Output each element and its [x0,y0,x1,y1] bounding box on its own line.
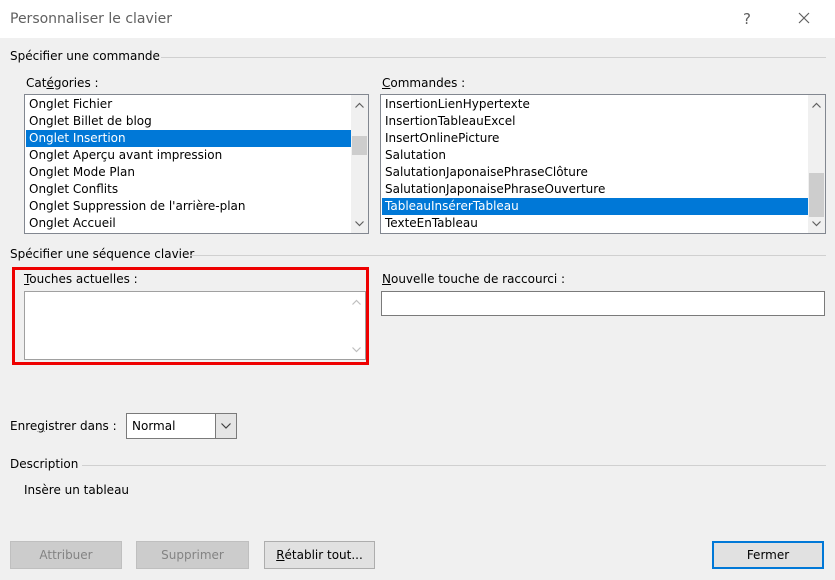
help-button[interactable]: ? [736,8,758,30]
commands-scroll-thumb[interactable] [809,173,824,217]
close-button[interactable]: Fermer [712,541,824,569]
new-shortcut-input[interactable] [381,291,825,316]
description-title: Description [10,457,79,471]
categories-scroll-up-button[interactable] [351,96,368,113]
save-in-dropdown[interactable]: Normal [126,413,237,439]
command-item[interactable]: SalutationJaponaisePhraseOuverture [382,181,809,198]
chevron-down-icon [352,346,361,352]
category-item[interactable]: Onglet Accueil [26,215,352,232]
categories-scroll-down-button[interactable] [351,215,368,232]
chevron-down-icon [221,423,231,429]
close-icon [798,12,810,24]
command-section-divider [161,57,826,58]
key-section-title: Spécifier une séquence clavier [10,247,195,261]
current-keys-scroll-down-button[interactable] [348,341,365,358]
command-item[interactable]: Salutation [382,147,809,164]
key-section-divider [190,255,826,256]
category-item[interactable]: Onglet Fichier [26,96,352,113]
description-text: Insère un tableau [24,483,130,497]
chevron-up-icon [812,102,821,108]
categories-label: Catégories : [26,76,99,90]
commands-scroll-down-button[interactable] [808,215,825,232]
categories-scrollbar[interactable] [351,95,368,233]
window-title: Personnaliser le clavier [10,11,173,27]
save-in-dropdown-button[interactable] [215,414,236,438]
new-key-label: Nouvelle touche de raccourci : [382,272,566,286]
commands-scroll-up-button[interactable] [808,96,825,113]
category-item[interactable]: Onglet Conflits [26,181,352,198]
category-item[interactable]: Onglet Billet de blog [26,113,352,130]
reset-all-button[interactable]: Rétablir tout... [264,541,375,569]
categories-list: Onglet Fichier Onglet Billet de blog Ongle… [26,96,352,232]
categories-scroll-thumb[interactable] [352,135,367,155]
command-item[interactable]: TexteEnTableau [382,215,809,232]
chevron-down-icon [812,220,821,226]
chevron-up-icon [352,299,361,305]
command-item[interactable]: TableauInsérerTableau [382,198,809,215]
commands-label: Commandes : [382,76,466,90]
commands-listbox[interactable]: InsertionLienHypertexte InsertionTableauE… [380,94,826,234]
command-item[interactable]: SalutationJaponaisePhraseClôture [382,164,809,181]
close-window-button[interactable] [792,8,816,30]
category-item[interactable]: Onglet Suppression de l'arrière-plan [26,198,352,215]
assign-button[interactable]: Attribuer [10,541,122,569]
current-keys-label: Touches actuelles : [24,272,138,286]
categories-listbox[interactable]: Onglet Fichier Onglet Billet de blog Ongle… [24,94,369,234]
command-section-title: Spécifier une commande [10,49,160,63]
description-divider [82,465,826,466]
category-item[interactable]: Onglet Mode Plan [26,164,352,181]
chevron-down-icon [355,220,364,226]
current-keys-scroll-up-button[interactable] [348,293,365,310]
command-item[interactable]: InsertionLienHypertexte [382,96,809,113]
category-item[interactable]: Onglet Aperçu avant impression [26,147,352,164]
title-bar: Personnaliser le clavier ? [0,0,835,38]
save-in-label: Enregistrer dans : [10,419,117,433]
chevron-up-icon [355,102,364,108]
command-item[interactable]: InsertOnlinePicture [382,130,809,147]
remove-button[interactable]: Supprimer [136,541,249,569]
command-item[interactable]: InsertionTableauExcel [382,113,809,130]
save-in-value: Normal [132,419,176,433]
current-keys-scrollbar[interactable] [348,292,365,359]
current-keys-listbox[interactable] [24,291,366,360]
commands-scrollbar[interactable] [808,95,825,233]
commands-list: InsertionLienHypertexte InsertionTableauE… [382,96,809,232]
category-item[interactable]: Onglet Insertion [26,130,352,147]
